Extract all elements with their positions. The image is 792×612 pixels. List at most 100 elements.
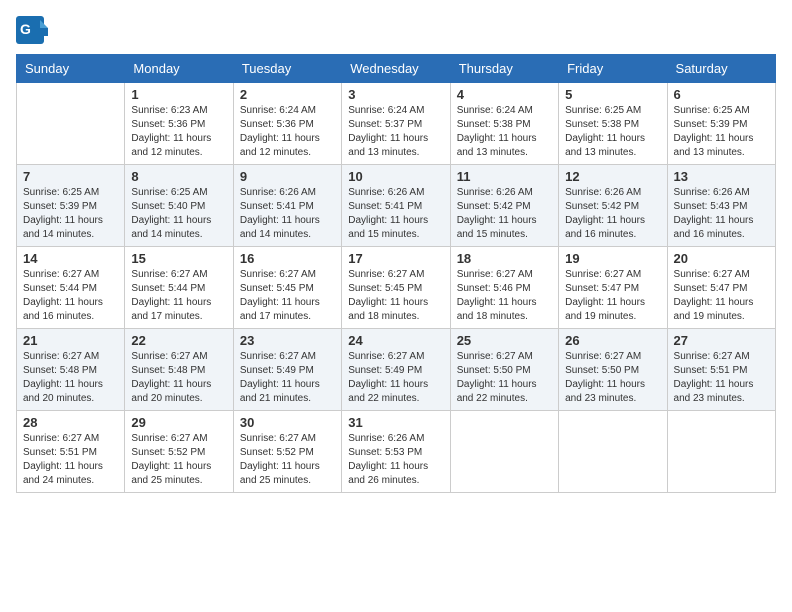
- calendar-cell: 20 Sunrise: 6:27 AMSunset: 5:47 PMDayligh…: [667, 247, 775, 329]
- calendar-cell: 17Sunrise: 6:27 AMSunset: 5:45 PMDayligh…: [342, 247, 450, 329]
- day-number: 16: [240, 251, 335, 266]
- day-number: 26: [565, 333, 660, 348]
- calendar-cell: 14Sunrise: 6:27 AMSunset: 5:44 PMDayligh…: [17, 247, 125, 329]
- day-info: Sunrise: 6:27 AMSunset: 5:48 PMDaylight:…: [131, 350, 226, 406]
- calendar-cell: [559, 411, 667, 493]
- calendar-cell: 12 Sunrise: 6:26 AMSunset: 5:42 PMDayligh…: [559, 165, 667, 247]
- day-info: Sunrise: 6:27 AMSunset: 5:47 PMDaylight:…: [674, 268, 769, 324]
- day-info: Sunrise: 6:25 AMSunset: 5:39 PMDaylight:…: [23, 186, 118, 242]
- day-number: 15: [131, 251, 226, 266]
- calendar-cell: 18 Sunrise: 6:27 AMSunset: 5:46 PMDayligh…: [450, 247, 558, 329]
- day-info: Sunrise: 6:26 AMSunset: 5:41 PMDaylight:…: [240, 186, 335, 242]
- day-number: 10: [348, 169, 443, 184]
- day-info: Sunrise: 6:27 AMSunset: 5:45 PMDaylight:…: [240, 268, 335, 324]
- day-number: 22: [131, 333, 226, 348]
- calendar-cell: [450, 411, 558, 493]
- calendar-cell: 11 Sunrise: 6:26 AMSunset: 5:42 PMDayligh…: [450, 165, 558, 247]
- calendar-cell: 10 Sunrise: 6:26 AMSunset: 5:41 PMDayligh…: [342, 165, 450, 247]
- day-number: 1: [131, 87, 226, 102]
- day-number: 2: [240, 87, 335, 102]
- day-info: Sunrise: 6:27 AMSunset: 5:52 PMDaylight:…: [131, 432, 226, 488]
- day-number: 14: [23, 251, 118, 266]
- day-number: 20: [674, 251, 769, 266]
- calendar-cell: 19 Sunrise: 6:27 AMSunset: 5:47 PMDayligh…: [559, 247, 667, 329]
- calendar-cell: [667, 411, 775, 493]
- day-number: 11: [457, 169, 552, 184]
- day-info: Sunrise: 6:27 AMSunset: 5:48 PMDaylight:…: [23, 350, 118, 406]
- day-number: 29: [131, 415, 226, 430]
- day-info: Sunrise: 6:27 AMSunset: 5:50 PMDaylight:…: [565, 350, 660, 406]
- calendar-cell: 27 Sunrise: 6:27 AMSunset: 5:51 PMDayligh…: [667, 329, 775, 411]
- day-info: Sunrise: 6:27 AMSunset: 5:50 PMDaylight:…: [457, 350, 552, 406]
- calendar-cell: 28Sunrise: 6:27 AMSunset: 5:51 PMDayligh…: [17, 411, 125, 493]
- calendar-cell: 26 Sunrise: 6:27 AMSunset: 5:50 PMDayligh…: [559, 329, 667, 411]
- day-info: Sunrise: 6:27 AMSunset: 5:46 PMDaylight:…: [457, 268, 552, 324]
- header: G: [16, 16, 776, 44]
- weekday-header: Tuesday: [233, 55, 341, 83]
- day-info: Sunrise: 6:25 AMSunset: 5:38 PMDaylight:…: [565, 104, 660, 160]
- calendar-cell: 29 Sunrise: 6:27 AMSunset: 5:52 PMDayligh…: [125, 411, 233, 493]
- calendar-cell: 22 Sunrise: 6:27 AMSunset: 5:48 PMDayligh…: [125, 329, 233, 411]
- day-info: Sunrise: 6:23 AMSunset: 5:36 PMDaylight:…: [131, 104, 226, 160]
- day-number: 30: [240, 415, 335, 430]
- day-number: 6: [674, 87, 769, 102]
- calendar-cell: 3Sunrise: 6:24 AMSunset: 5:37 PMDaylight…: [342, 83, 450, 165]
- calendar-cell: 2 Sunrise: 6:24 AMSunset: 5:36 PMDaylight…: [233, 83, 341, 165]
- day-number: 12: [565, 169, 660, 184]
- weekday-header: Saturday: [667, 55, 775, 83]
- svg-text:G: G: [20, 21, 31, 37]
- day-number: 13: [674, 169, 769, 184]
- day-info: Sunrise: 6:27 AMSunset: 5:45 PMDaylight:…: [348, 268, 443, 324]
- weekday-header: Thursday: [450, 55, 558, 83]
- day-info: Sunrise: 6:24 AMSunset: 5:38 PMDaylight:…: [457, 104, 552, 160]
- calendar-cell: 15 Sunrise: 6:27 AMSunset: 5:44 PMDayligh…: [125, 247, 233, 329]
- day-info: Sunrise: 6:27 AMSunset: 5:51 PMDaylight:…: [674, 350, 769, 406]
- calendar-cell: 8 Sunrise: 6:25 AMSunset: 5:40 PMDaylight…: [125, 165, 233, 247]
- calendar-cell: 13 Sunrise: 6:26 AMSunset: 5:43 PMDayligh…: [667, 165, 775, 247]
- day-number: 8: [131, 169, 226, 184]
- logo-icon: G: [16, 16, 48, 44]
- day-info: Sunrise: 6:26 AMSunset: 5:43 PMDaylight:…: [674, 186, 769, 242]
- weekday-header: Sunday: [17, 55, 125, 83]
- logo: G: [16, 16, 52, 44]
- calendar-cell: 7 Sunrise: 6:25 AMSunset: 5:39 PMDaylight…: [17, 165, 125, 247]
- weekday-header: Friday: [559, 55, 667, 83]
- day-number: 5: [565, 87, 660, 102]
- day-info: Sunrise: 6:24 AMSunset: 5:37 PMDaylight:…: [348, 104, 443, 160]
- calendar-cell: 5 Sunrise: 6:25 AMSunset: 5:38 PMDaylight…: [559, 83, 667, 165]
- day-info: Sunrise: 6:26 AMSunset: 5:42 PMDaylight:…: [457, 186, 552, 242]
- day-info: Sunrise: 6:26 AMSunset: 5:42 PMDaylight:…: [565, 186, 660, 242]
- calendar-cell: [17, 83, 125, 165]
- calendar-cell: 23 Sunrise: 6:27 AMSunset: 5:49 PMDayligh…: [233, 329, 341, 411]
- day-info: Sunrise: 6:25 AMSunset: 5:39 PMDaylight:…: [674, 104, 769, 160]
- day-info: Sunrise: 6:27 AMSunset: 5:47 PMDaylight:…: [565, 268, 660, 324]
- day-number: 21: [23, 333, 118, 348]
- day-number: 18: [457, 251, 552, 266]
- day-info: Sunrise: 6:27 AMSunset: 5:52 PMDaylight:…: [240, 432, 335, 488]
- calendar-cell: 30 Sunrise: 6:27 AMSunset: 5:52 PMDayligh…: [233, 411, 341, 493]
- calendar-cell: 16 Sunrise: 6:27 AMSunset: 5:45 PMDayligh…: [233, 247, 341, 329]
- day-number: 19: [565, 251, 660, 266]
- calendar-cell: 21 Sunrise: 6:27 AMSunset: 5:48 PMDayligh…: [17, 329, 125, 411]
- day-number: 27: [674, 333, 769, 348]
- weekday-header: Monday: [125, 55, 233, 83]
- calendar-cell: 6 Sunrise: 6:25 AMSunset: 5:39 PMDaylight…: [667, 83, 775, 165]
- day-info: Sunrise: 6:26 AMSunset: 5:41 PMDaylight:…: [348, 186, 443, 242]
- day-info: Sunrise: 6:24 AMSunset: 5:36 PMDaylight:…: [240, 104, 335, 160]
- weekday-header: Wednesday: [342, 55, 450, 83]
- calendar-cell: 31Sunrise: 6:26 AMSunset: 5:53 PMDayligh…: [342, 411, 450, 493]
- day-info: Sunrise: 6:27 AMSunset: 5:49 PMDaylight:…: [240, 350, 335, 406]
- calendar-cell: 24 Sunrise: 6:27 AMSunset: 5:49 PMDayligh…: [342, 329, 450, 411]
- day-number: 4: [457, 87, 552, 102]
- day-number: 23: [240, 333, 335, 348]
- day-number: 24: [348, 333, 443, 348]
- calendar-cell: 1 Sunrise: 6:23 AMSunset: 5:36 PMDaylight…: [125, 83, 233, 165]
- day-info: Sunrise: 6:27 AMSunset: 5:44 PMDaylight:…: [131, 268, 226, 324]
- day-number: 7: [23, 169, 118, 184]
- day-number: 28: [23, 415, 118, 430]
- day-info: Sunrise: 6:27 AMSunset: 5:49 PMDaylight:…: [348, 350, 443, 406]
- calendar-cell: 25 Sunrise: 6:27 AMSunset: 5:50 PMDayligh…: [450, 329, 558, 411]
- calendar-table: SundayMondayTuesdayWednesdayThursdayFrid…: [16, 54, 776, 493]
- day-info: Sunrise: 6:25 AMSunset: 5:40 PMDaylight:…: [131, 186, 226, 242]
- day-number: 25: [457, 333, 552, 348]
